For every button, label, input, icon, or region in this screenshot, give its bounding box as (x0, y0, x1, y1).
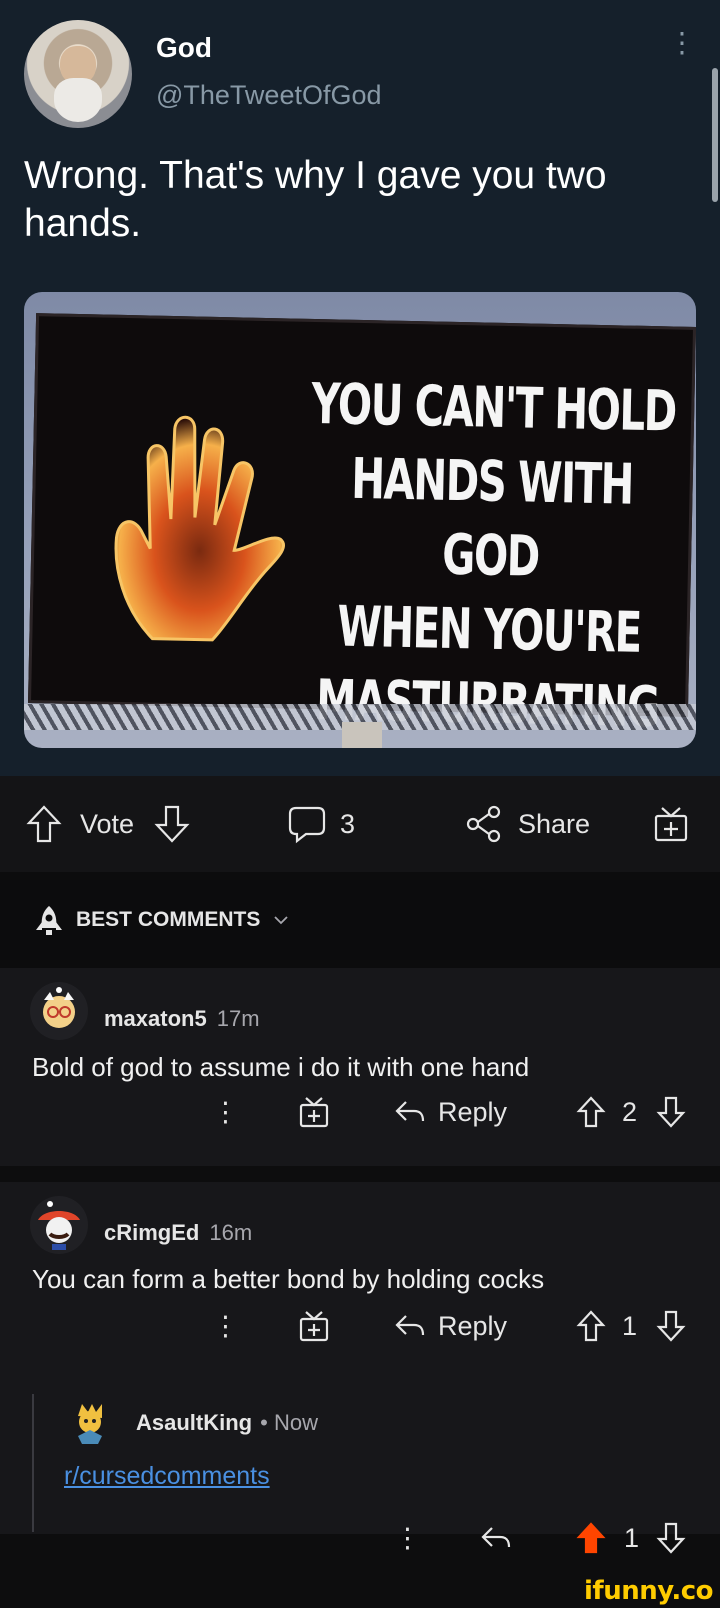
commenter-avatar[interactable] (30, 982, 88, 1040)
vote-label: Vote (80, 808, 135, 839)
reply-author-name[interactable]: AsaultKing (136, 1410, 252, 1435)
reply-arrow-icon (395, 1315, 425, 1336)
comments-button[interactable]: 3 (288, 776, 355, 872)
comment-text: Bold of god to assume i do it with one h… (32, 1052, 530, 1082)
comment-author-name[interactable]: cRimgEd (104, 1220, 199, 1245)
more-options-icon[interactable]: ⋮ (212, 1306, 239, 1346)
upvote-arrow-filled-icon (576, 1522, 606, 1554)
tweet-author-handle[interactable]: @TheTweetOfGod (156, 80, 382, 111)
fiery-hand-icon (114, 415, 285, 642)
reply-action-row: ⋮ 1 (0, 1518, 720, 1558)
gift-icon (654, 807, 688, 842)
gift-icon (299, 1097, 329, 1128)
reply-label: Reply (438, 1096, 508, 1127)
avatar-beard (54, 78, 102, 122)
reply-author[interactable]: AsaultKing • Now (136, 1410, 318, 1436)
comment-score: 1 (622, 1310, 638, 1341)
downvote-arrow-icon (656, 1310, 686, 1342)
reply-button[interactable] (480, 1518, 512, 1558)
commenter-avatar[interactable] (30, 1196, 88, 1254)
scrollbar[interactable] (712, 68, 718, 202)
more-options-icon[interactable]: ⋮ (668, 29, 696, 57)
reply-button[interactable]: Reply (394, 1306, 507, 1346)
share-icon (466, 805, 501, 843)
downvote-arrow-icon (154, 805, 190, 843)
share-button[interactable]: Share (464, 776, 590, 872)
upvote-button[interactable] (26, 776, 62, 872)
more-options-icon[interactable]: ⋮ (394, 1518, 421, 1558)
reply-label: Reply (438, 1310, 508, 1341)
sort-label: BEST COMMENTS (76, 908, 261, 931)
rocket-icon (36, 906, 62, 935)
reply-arrow-icon (481, 1527, 511, 1548)
reply-time: • Now (260, 1410, 318, 1435)
more-options-icon[interactable]: ⋮ (212, 1092, 239, 1132)
billboard-pole (342, 722, 382, 748)
upvote-arrow-icon (576, 1310, 606, 1342)
tweet-card: God @TheTweetOfGod ⋮ Wrong. That's why I… (0, 0, 720, 776)
reply-downvote-button[interactable] (656, 1518, 686, 1558)
downvote-arrow-icon (656, 1522, 686, 1554)
comment-card: maxaton5 17m Bold of god to assume i do i… (0, 968, 720, 1166)
downvote-arrow-icon (656, 1096, 686, 1128)
billboard-text: YOU CAN'T HOLD HANDS WITH GOD WHEN YOU'R… (292, 368, 688, 746)
sort-comments-bar[interactable]: BEST COMMENTS (0, 872, 720, 968)
award-button[interactable] (298, 1092, 330, 1132)
comment-action-row: ⋮ Reply 2 (0, 1092, 720, 1132)
reply-button[interactable]: Reply (394, 1092, 507, 1132)
ifunny-watermark: ifunny.co (584, 1576, 713, 1606)
upvote-arrow-icon (576, 1096, 606, 1128)
thread-line[interactable] (32, 1394, 34, 1532)
comment-count: 3 (340, 808, 356, 839)
comment-author[interactable]: maxaton5 17m (104, 1006, 260, 1032)
comment-bubble-icon (288, 806, 326, 844)
billboard-line: HANDS WITH GOD (350, 446, 634, 590)
tweet-image[interactable]: YOU CAN'T HOLD HANDS WITH GOD WHEN YOU'R… (24, 292, 696, 748)
gift-icon (299, 1311, 329, 1342)
share-label: Share (518, 808, 591, 839)
downvote-button[interactable] (154, 776, 190, 872)
tweet-author-avatar[interactable] (24, 20, 132, 128)
comment-author-name[interactable]: maxaton5 (104, 1006, 207, 1031)
comment-time: 16m (209, 1220, 253, 1245)
comment-text: You can form a better bond by holding co… (32, 1264, 545, 1294)
reply-upvote-button[interactable] (576, 1518, 606, 1558)
billboard-line: WHEN YOU'RE (336, 594, 642, 666)
comment-upvote-button[interactable] (576, 1306, 606, 1346)
award-button[interactable] (298, 1306, 330, 1346)
comment-author[interactable]: cRimgEd 16m (104, 1220, 252, 1246)
comment-downvote-button[interactable] (656, 1092, 686, 1132)
chevron-down-icon (274, 916, 288, 925)
comment-upvote-button[interactable] (576, 1092, 606, 1132)
comment-downvote-button[interactable] (656, 1306, 686, 1346)
reply-arrow-icon (395, 1101, 425, 1122)
post-action-bar: Vote 3 Share (0, 776, 720, 872)
reply-score: 1 (624, 1522, 640, 1553)
billboard: YOU CAN'T HOLD HANDS WITH GOD WHEN YOU'R… (27, 313, 696, 740)
tweet-text: Wrong. That's why I gave you two hands. (24, 154, 607, 245)
subreddit-link[interactable]: r/cursedcomments (64, 1462, 270, 1491)
comment-score: 2 (622, 1096, 638, 1127)
tweet-author-name[interactable]: God (156, 32, 212, 64)
comment-time: 17m (216, 1006, 260, 1031)
award-button[interactable] (652, 776, 690, 872)
comment-action-row: ⋮ Reply 1 (0, 1306, 720, 1346)
reply-author-avatar[interactable] (64, 1396, 116, 1448)
billboard-line: YOU CAN'T HOLD (310, 371, 677, 445)
upvote-arrow-icon (26, 805, 62, 843)
